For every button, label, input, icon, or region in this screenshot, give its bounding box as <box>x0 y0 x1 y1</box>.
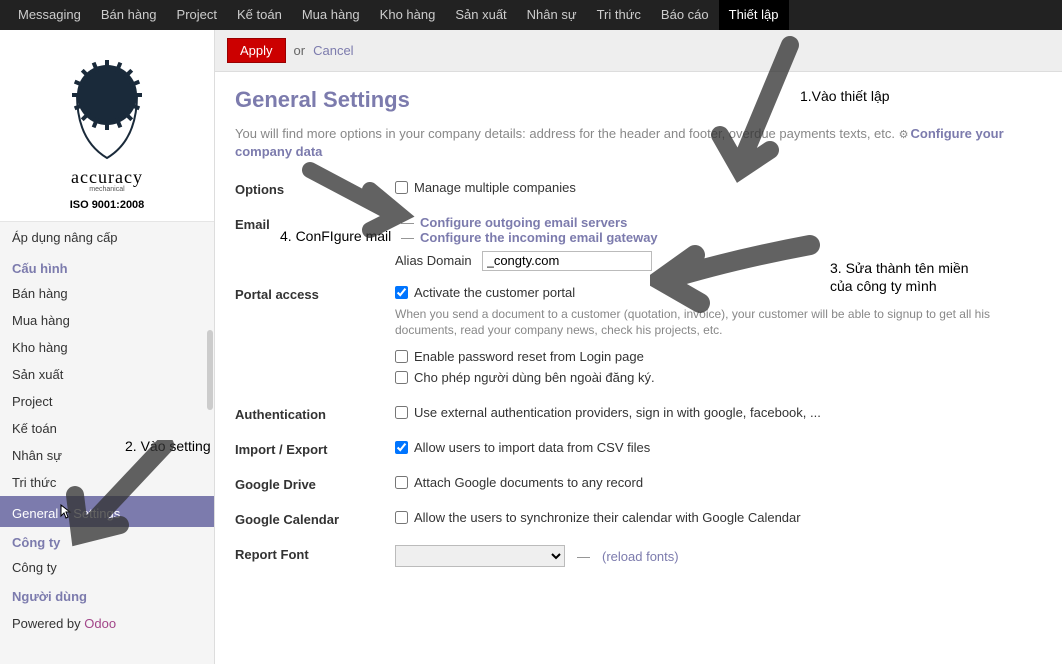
activate-help: When you send a document to a customer (… <box>395 306 1042 340</box>
scrollbar-thumb[interactable] <box>207 330 213 410</box>
menu-item-báo-cáo[interactable]: Báo cáo <box>651 0 719 30</box>
options-label: Options <box>235 180 395 197</box>
sidebar-item[interactable]: Bán hàng <box>0 280 214 307</box>
odoo-link[interactable]: Odoo <box>84 616 116 631</box>
activate-portal-checkbox[interactable] <box>395 286 408 299</box>
menu-item-tri-thức[interactable]: Tri thức <box>587 0 651 30</box>
sidebar-item[interactable]: GeneralSettings <box>0 496 214 527</box>
sidebar-item[interactable]: Công ty <box>0 554 214 581</box>
menu-item-bán-hàng[interactable]: Bán hàng <box>91 0 167 30</box>
sidebar-item[interactable]: Kho hàng <box>0 334 214 361</box>
portal-label: Portal access <box>235 285 395 302</box>
alias-domain-input[interactable] <box>482 251 652 271</box>
csv-import-label: Allow users to import data from CSV file… <box>414 440 650 455</box>
email-label: Email <box>235 215 395 232</box>
top-menu: MessagingBán hàngProjectKế toánMua hàngK… <box>0 0 1062 30</box>
powered-by: Powered by Odoo <box>0 608 214 639</box>
action-bar: Apply or Cancel <box>215 30 1062 72</box>
gear-icon: ⚙ <box>899 129 909 141</box>
gear-icon <box>57 50 157 163</box>
logo-iso: ISO 9001:2008 <box>15 199 199 211</box>
sidebar-item[interactable]: Mua hàng <box>0 307 214 334</box>
font-select[interactable] <box>395 545 565 567</box>
font-label: Report Font <box>235 545 395 562</box>
menu-item-nhân-sự[interactable]: Nhân sự <box>517 0 587 30</box>
outgoing-link[interactable]: Configure outgoing email servers <box>420 215 627 230</box>
external-register-checkbox[interactable] <box>395 371 408 384</box>
sidebar-item[interactable]: Sản xuất <box>0 361 214 388</box>
gcal-label: Google Calendar <box>235 510 395 527</box>
main-area: Apply or Cancel General Settings You wil… <box>215 30 1062 664</box>
import-export-label: Import / Export <box>235 440 395 457</box>
logo-area: accuracy mechanical ISO 9001:2008 <box>0 30 214 222</box>
menu-item-messaging[interactable]: Messaging <box>8 0 91 30</box>
gdrive-attach-label: Attach Google documents to any record <box>414 475 643 490</box>
powered-prefix: Powered by <box>12 616 84 631</box>
menu-item-sản-xuất[interactable]: Sản xuất <box>445 0 516 30</box>
cancel-link[interactable]: Cancel <box>313 43 353 58</box>
menu-item-project[interactable]: Project <box>167 0 227 30</box>
menu-item-kế-toán[interactable]: Kế toán <box>227 0 292 30</box>
external-register-label: Cho phép người dùng bên ngoài đăng ký. <box>414 370 655 385</box>
or-text: or <box>294 43 306 58</box>
password-reset-checkbox[interactable] <box>395 350 408 363</box>
sidebar-item[interactable]: Tri thức <box>0 469 214 496</box>
sidebar-upgrade[interactable]: Áp dụng nâng cấp <box>0 222 214 253</box>
menu-item-thiết-lập[interactable]: Thiết lập <box>719 0 789 30</box>
sidebar-item[interactable]: Kế toán <box>0 415 214 442</box>
gdrive-label: Google Drive <box>235 475 395 492</box>
content: General Settings You will find more opti… <box>215 72 1062 602</box>
page-title: General Settings <box>235 87 1042 113</box>
sidebar-item[interactable]: Project <box>0 388 214 415</box>
menu-item-kho-hàng[interactable]: Kho hàng <box>370 0 446 30</box>
password-reset-label: Enable password reset from Login page <box>414 349 644 364</box>
intro-text: You will find more options in your compa… <box>235 125 1042 162</box>
incoming-link[interactable]: Configure the incoming email gateway <box>420 230 658 245</box>
logo-subtext: mechanical <box>15 186 199 193</box>
ext-auth-checkbox[interactable] <box>395 406 408 419</box>
apply-button[interactable]: Apply <box>227 38 286 63</box>
auth-label: Authentication <box>235 405 395 422</box>
ext-auth-label: Use external authentication providers, s… <box>414 405 821 420</box>
sidebar: accuracy mechanical ISO 9001:2008 Áp dụn… <box>0 30 215 664</box>
sidebar-group-title: Người dùng <box>0 581 214 608</box>
manage-multi-label: Manage multiple companies <box>414 180 576 195</box>
sidebar-group-title: Công ty <box>0 527 214 554</box>
reload-fonts-link[interactable]: (reload fonts) <box>602 549 679 564</box>
gcal-sync-label: Allow the users to synchronize their cal… <box>414 510 801 525</box>
logo-text: accuracy <box>15 167 199 188</box>
menu-item-mua-hàng[interactable]: Mua hàng <box>292 0 370 30</box>
manage-multi-checkbox[interactable] <box>395 181 408 194</box>
sidebar-item[interactable]: Nhân sự <box>0 442 214 469</box>
intro-prefix: You will find more options in your compa… <box>235 126 899 141</box>
csv-import-checkbox[interactable] <box>395 441 408 454</box>
sidebar-group-title: Cấu hình <box>0 253 214 280</box>
gdrive-checkbox[interactable] <box>395 476 408 489</box>
alias-label: Alias Domain <box>395 253 472 268</box>
cursor-icon <box>60 504 73 523</box>
activate-portal-label: Activate the customer portal <box>414 285 575 300</box>
gcal-checkbox[interactable] <box>395 511 408 524</box>
